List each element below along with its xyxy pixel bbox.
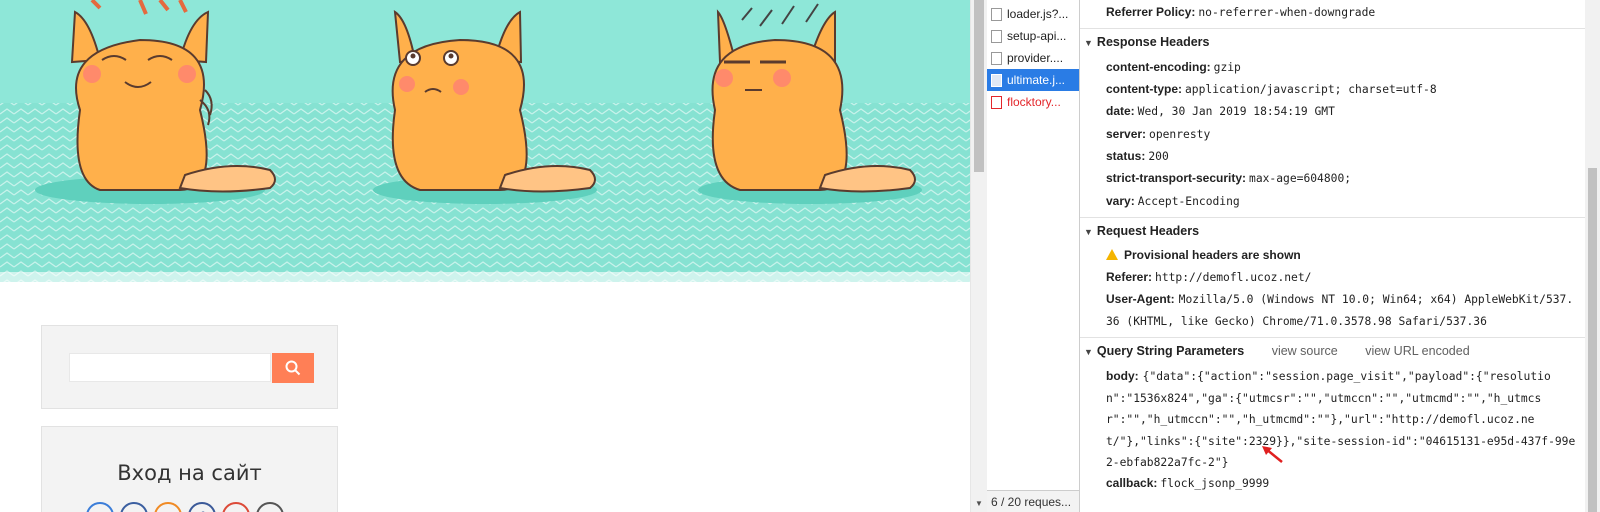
triangle-down-icon: ▼ xyxy=(1084,38,1093,48)
request-name: flocktory... xyxy=(1007,95,1061,109)
login-title: Вход на сайт xyxy=(117,461,262,485)
scroll-down-arrow-icon[interactable]: ▼ xyxy=(971,496,987,512)
social-login-row: U В о f g Y! xyxy=(86,502,284,512)
website-viewport: Вход на сайт U В о f g Y! xyxy=(0,0,970,512)
request-item[interactable]: provider.... xyxy=(987,47,1079,69)
details-scrollbar[interactable] xyxy=(1585,0,1600,512)
file-icon xyxy=(991,95,1002,109)
red-arrow-annotation-icon xyxy=(1262,446,1283,463)
divider xyxy=(1080,28,1585,29)
ucoz-icon[interactable]: U xyxy=(86,502,114,512)
header-key: Referrer Policy: xyxy=(1106,5,1196,19)
response-headers-section[interactable]: ▼ Response Headers xyxy=(1084,35,1209,49)
cats-illustration xyxy=(0,0,970,282)
search-widget xyxy=(41,325,338,409)
yahoo-icon[interactable]: Y! xyxy=(256,502,284,512)
response-header-row: date: Wed, 30 Jan 2019 18:54:19 GMT xyxy=(1106,104,1335,118)
request-header-row: Referer: http://demofl.ucoz.net/ xyxy=(1106,270,1312,284)
search-input[interactable] xyxy=(69,353,271,382)
section-title: Request Headers xyxy=(1096,224,1200,238)
cats-banner xyxy=(0,0,970,282)
page-scrollbar-thumb[interactable] xyxy=(974,0,984,172)
devtools-network-panel: loader.js?... setup-api... provider.... … xyxy=(987,0,1600,512)
view-source-link[interactable]: view source xyxy=(1272,344,1338,358)
response-header-row: status: 200 xyxy=(1106,149,1169,163)
user-agent-row: User-Agent: Mozilla/5.0 (Windows NT 10.0;… xyxy=(1106,292,1574,328)
referrer-policy-row: Referrer Policy: no-referrer-when-downgra… xyxy=(1106,5,1375,19)
response-header-row: strict-transport-security: max-age=604800… xyxy=(1106,171,1352,185)
vk-icon[interactable]: В xyxy=(120,502,148,512)
file-icon xyxy=(991,29,1002,43)
request-name: loader.js?... xyxy=(1007,7,1069,21)
google-icon[interactable]: g xyxy=(222,502,250,512)
divider xyxy=(1080,217,1585,218)
request-details: Referrer Policy: no-referrer-when-downgra… xyxy=(1080,0,1585,512)
request-headers-section[interactable]: ▼ Request Headers xyxy=(1084,224,1199,238)
query-callback-param: callback: flock_jsonp_9999 xyxy=(1106,476,1270,490)
query-string-section[interactable]: ▼ Query String Parameters view source vie… xyxy=(1084,344,1470,358)
request-item-selected[interactable]: ultimate.j... xyxy=(987,69,1079,91)
response-header-row: content-type: application/javascript; cha… xyxy=(1106,82,1437,96)
facebook-icon[interactable]: f xyxy=(188,502,216,512)
details-scrollbar-thumb[interactable] xyxy=(1588,168,1597,512)
triangle-down-icon: ▼ xyxy=(1084,227,1093,237)
odnoklassniki-icon[interactable]: о xyxy=(154,502,182,512)
file-icon xyxy=(991,51,1002,65)
request-name: setup-api... xyxy=(1007,29,1067,43)
response-header-row: vary: Accept-Encoding xyxy=(1106,194,1240,208)
script-file-icon xyxy=(991,73,1002,87)
search-button[interactable] xyxy=(272,353,314,383)
search-icon xyxy=(285,360,301,376)
request-item[interactable]: loader.js?... xyxy=(987,3,1079,25)
divider xyxy=(1080,337,1585,338)
triangle-down-icon: ▼ xyxy=(1084,347,1093,357)
request-name: provider.... xyxy=(1007,51,1064,65)
warning-icon xyxy=(1106,249,1118,260)
response-header-row: content-encoding: gzip xyxy=(1106,60,1241,74)
view-url-encoded-link[interactable]: view URL encoded xyxy=(1365,344,1469,358)
request-item[interactable]: setup-api... xyxy=(987,25,1079,47)
response-header-row: server: openresty xyxy=(1106,127,1211,141)
file-icon xyxy=(991,7,1002,21)
request-list: loader.js?... setup-api... provider.... … xyxy=(987,0,1080,512)
provisional-warning: Provisional headers are shown xyxy=(1106,248,1301,262)
page-scrollbar[interactable]: ▼ xyxy=(970,0,987,512)
header-value: no-referrer-when-downgrade xyxy=(1198,6,1376,19)
section-title: Query String Parameters xyxy=(1096,344,1245,358)
section-title: Response Headers xyxy=(1096,35,1210,49)
login-widget: Вход на сайт U В о f g Y! xyxy=(41,426,338,512)
request-name: ultimate.j... xyxy=(1007,73,1066,87)
query-body-param: body: {"data":{"action":"session.page_vis… xyxy=(1106,369,1576,469)
request-item-error[interactable]: flocktory... xyxy=(987,91,1079,113)
request-count-status: 6 / 20 reques... xyxy=(987,490,1079,512)
